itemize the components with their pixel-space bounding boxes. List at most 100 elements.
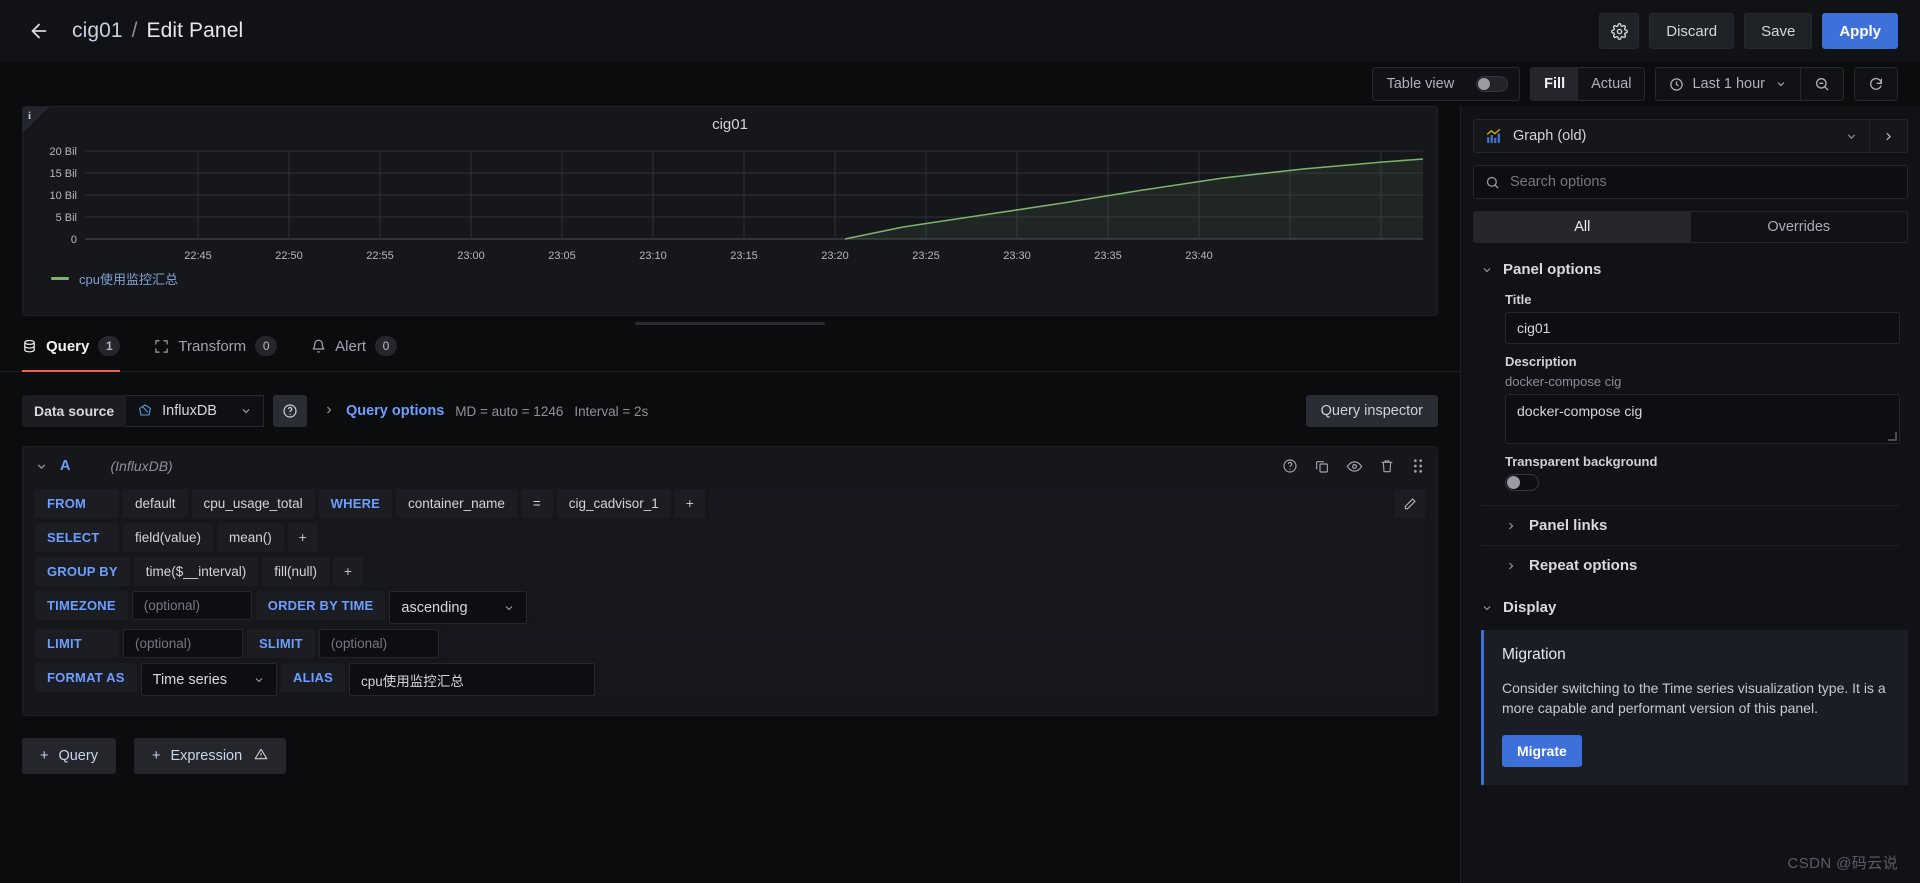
slimit-input[interactable]: (optional) — [318, 629, 439, 658]
resize-grip-bar — [635, 321, 825, 325]
from-policy[interactable]: default — [123, 489, 188, 518]
timezone-row-filler — [531, 591, 1425, 620]
query-ref-id[interactable]: A — [60, 458, 70, 474]
tab-transform-badge: 0 — [255, 336, 278, 356]
transparent-background-toggle[interactable] — [1505, 474, 1539, 491]
chevron-down-icon — [240, 405, 252, 417]
svg-text:22:55: 22:55 — [366, 250, 394, 262]
order-by-time-select[interactable]: ascending — [389, 591, 528, 624]
duplicate-query-icon[interactable] — [1314, 458, 1330, 474]
tab-all-options[interactable]: All — [1474, 212, 1691, 242]
panel-preview[interactable]: i cig01 20 Bil 15 Bil 10 Bil 5 Bil 0 22:… — [22, 106, 1438, 316]
search-options-placeholder: Search options — [1510, 174, 1607, 190]
datasource-label: Data source — [22, 395, 127, 427]
tab-alert-badge: 0 — [375, 336, 397, 356]
query-options-toggle[interactable]: Query options — [346, 403, 444, 419]
svg-text:23:25: 23:25 — [912, 250, 940, 262]
chevron-down-icon — [503, 602, 515, 614]
svg-text:23:20: 23:20 — [821, 250, 849, 262]
add-query-button[interactable]: + Query — [22, 738, 116, 774]
drag-handle-icon[interactable] — [1411, 458, 1425, 474]
slimit-keyword: SLIMIT — [247, 629, 315, 658]
table-view-toggle-group[interactable]: Table view — [1372, 67, 1521, 101]
tab-query[interactable]: Query 1 — [22, 330, 121, 372]
query-row-select: SELECT field(value) mean() + — [35, 523, 1425, 552]
visualization-picker-row: Graph (old) — [1461, 106, 1920, 153]
add-expression-button[interactable]: + Expression — [133, 738, 287, 774]
limit-input[interactable]: (optional) — [123, 629, 243, 658]
query-editor-scroll: Data source InfluxDB Query options MD = … — [0, 372, 1460, 883]
query-help-icon[interactable] — [1282, 458, 1298, 474]
alias-input[interactable]: cpu使用监控汇总 — [349, 663, 596, 696]
warning-triangle-icon — [254, 747, 268, 765]
panel-description-textarea[interactable]: docker-compose cig — [1505, 394, 1900, 444]
breadcrumb: cig01 / Edit Panel — [72, 19, 243, 43]
back-button[interactable] — [22, 14, 56, 48]
select-keyword: SELECT — [35, 523, 119, 552]
pane-resize-handle[interactable] — [0, 316, 1460, 330]
chevron-right-icon[interactable] — [323, 403, 335, 419]
zoom-out-button[interactable] — [1801, 68, 1843, 100]
fill-option[interactable]: Fill — [1531, 68, 1579, 100]
query-bottom-actions: + Query + Expression — [22, 738, 1438, 774]
textarea-resize-grip[interactable] — [1888, 432, 1897, 441]
chevron-down-icon[interactable] — [35, 460, 48, 473]
svg-text:23:35: 23:35 — [1094, 250, 1122, 262]
repeat-options-section[interactable]: Repeat options — [1481, 545, 1900, 585]
editor-body: i cig01 20 Bil 15 Bil 10 Bil 5 Bil 0 22:… — [0, 106, 1920, 883]
pencil-icon — [1404, 497, 1416, 509]
panel-links-section[interactable]: Panel links — [1481, 505, 1900, 545]
query-row-timezone: TIMEZONE (optional) ORDER BY TIME ascend… — [35, 591, 1425, 624]
chart-plot-area[interactable]: 20 Bil 15 Bil 10 Bil 5 Bil 0 22:45 22:50 — [23, 143, 1424, 263]
refresh-group — [1854, 67, 1898, 101]
breadcrumb-dashboard-link[interactable]: cig01 — [72, 19, 123, 42]
where-field[interactable]: container_name — [396, 489, 517, 518]
toggle-query-visibility-icon[interactable] — [1346, 458, 1363, 475]
legend-series-name[interactable]: cpu使用监控汇总 — [79, 269, 178, 288]
query-inspector-button[interactable]: Query inspector — [1305, 395, 1438, 427]
select-field[interactable]: field(value) — [123, 523, 214, 552]
add-group-by-button[interactable]: + — [333, 557, 363, 586]
from-row-filler — [708, 489, 1391, 518]
description-field-subtext: docker-compose cig — [1505, 374, 1622, 389]
search-options-input[interactable]: Search options — [1473, 165, 1908, 199]
chevron-right-icon — [1505, 520, 1517, 532]
group-by-time[interactable]: time($__interval) — [133, 557, 259, 586]
datasource-help-button[interactable] — [272, 395, 307, 427]
timezone-input[interactable]: (optional) — [131, 591, 252, 620]
table-view-switch[interactable] — [1476, 76, 1509, 92]
save-button[interactable]: Save — [1744, 13, 1813, 49]
add-select-part-button[interactable]: + — [287, 523, 318, 552]
toggle-text-edit-mode-button[interactable] — [1395, 489, 1425, 518]
from-measurement[interactable]: cpu_usage_total — [191, 489, 315, 518]
migrate-button[interactable]: Migrate — [1502, 734, 1582, 767]
apply-button[interactable]: Apply — [1822, 13, 1898, 49]
group-by-fill[interactable]: fill(null) — [262, 557, 330, 586]
format-as-keyword: FORMAT AS — [35, 663, 137, 692]
where-value[interactable]: cig_cadvisor_1 — [556, 489, 671, 518]
datasource-picker[interactable]: InfluxDB — [126, 395, 264, 427]
title-field-label: Title — [1505, 292, 1532, 307]
time-range-picker[interactable]: Last 1 hour — [1656, 68, 1800, 100]
where-operator[interactable]: = — [520, 489, 553, 518]
display-section-header[interactable]: Display — [1481, 595, 1900, 620]
discard-button[interactable]: Discard — [1649, 13, 1735, 49]
panel-settings-button[interactable] — [1599, 13, 1640, 49]
format-as-select[interactable]: Time series — [140, 663, 278, 696]
header-actions: Discard Save Apply — [1599, 13, 1898, 49]
panel-options-header[interactable]: Panel options — [1481, 257, 1900, 282]
collapse-options-pane-button[interactable] — [1870, 119, 1908, 153]
tab-transform[interactable]: Transform 0 — [154, 330, 278, 371]
refresh-button[interactable] — [1855, 68, 1897, 100]
delete-query-icon[interactable] — [1379, 458, 1395, 474]
panel-description-corner[interactable] — [23, 107, 49, 133]
tab-overrides[interactable]: Overrides — [1691, 212, 1908, 242]
select-aggregation[interactable]: mean() — [217, 523, 284, 552]
add-where-clause-button[interactable]: + — [674, 489, 705, 518]
svg-text:23:10: 23:10 — [639, 250, 667, 262]
visualization-picker[interactable]: Graph (old) — [1473, 119, 1870, 153]
tab-alert[interactable]: Alert 0 — [311, 330, 397, 371]
panel-title-input[interactable]: cig01 — [1505, 312, 1900, 344]
description-field: Description docker-compose cig docker-co… — [1481, 344, 1900, 444]
actual-option[interactable]: Actual — [1578, 68, 1644, 100]
